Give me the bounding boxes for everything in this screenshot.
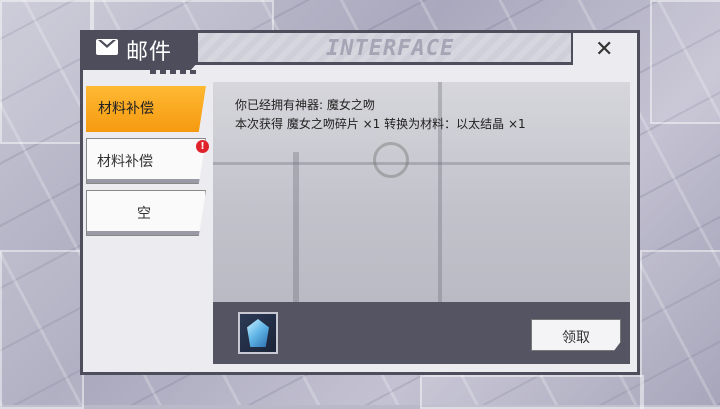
header-strip: INTERFACE ✕: [198, 30, 640, 65]
background-panel: [90, 0, 274, 32]
background-panel: [0, 250, 84, 409]
mail-content: 你已经拥有神器: 魔女之吻 本次获得 魔女之吻碎片 ×1 转换为材料：以太结晶 …: [213, 82, 630, 364]
mail-line-1: 你已经拥有神器: 魔女之吻: [235, 98, 375, 112]
mail-line-2: 本次获得 魔女之吻碎片 ×1 转换为材料：以太结晶 ×1: [235, 117, 526, 131]
mail-item-3[interactable]: 空: [86, 190, 206, 236]
corner-decoration: [150, 70, 198, 74]
ether-crystal-icon: [247, 319, 269, 347]
background-panel: [650, 0, 720, 124]
background-photo-sign: [373, 142, 409, 178]
close-icon: ✕: [595, 37, 614, 62]
mail-item-label: 材料补偿: [98, 101, 154, 117]
dialog-title: 邮件: [126, 40, 173, 65]
mail-item-label: 材料补偿: [97, 154, 153, 170]
attachment-item[interactable]: [238, 312, 278, 354]
background-panel: [640, 250, 720, 409]
mail-list: 材料补偿 材料补偿 ! 空: [86, 86, 210, 242]
unread-badge: !: [196, 140, 209, 153]
header-decoration-text: INTERFACE: [326, 36, 455, 61]
title-tab: 邮件: [80, 30, 198, 70]
background-photo-pole: [293, 152, 299, 302]
mail-item-label: 空: [137, 206, 151, 222]
close-button[interactable]: ✕: [571, 33, 637, 65]
mail-icon: [96, 39, 118, 55]
background-photo-wire: [213, 162, 630, 165]
background-panel: [420, 375, 644, 409]
mail-item-2[interactable]: 材料补偿: [86, 138, 206, 184]
mail-item-1[interactable]: 材料补偿: [86, 86, 206, 132]
attachment-bar: 领取: [213, 302, 630, 364]
claim-label: 领取: [562, 330, 590, 346]
claim-button[interactable]: 领取: [531, 319, 621, 351]
mail-message: 你已经拥有神器: 魔女之吻 本次获得 魔女之吻碎片 ×1 转换为材料：以太结晶 …: [235, 96, 526, 134]
